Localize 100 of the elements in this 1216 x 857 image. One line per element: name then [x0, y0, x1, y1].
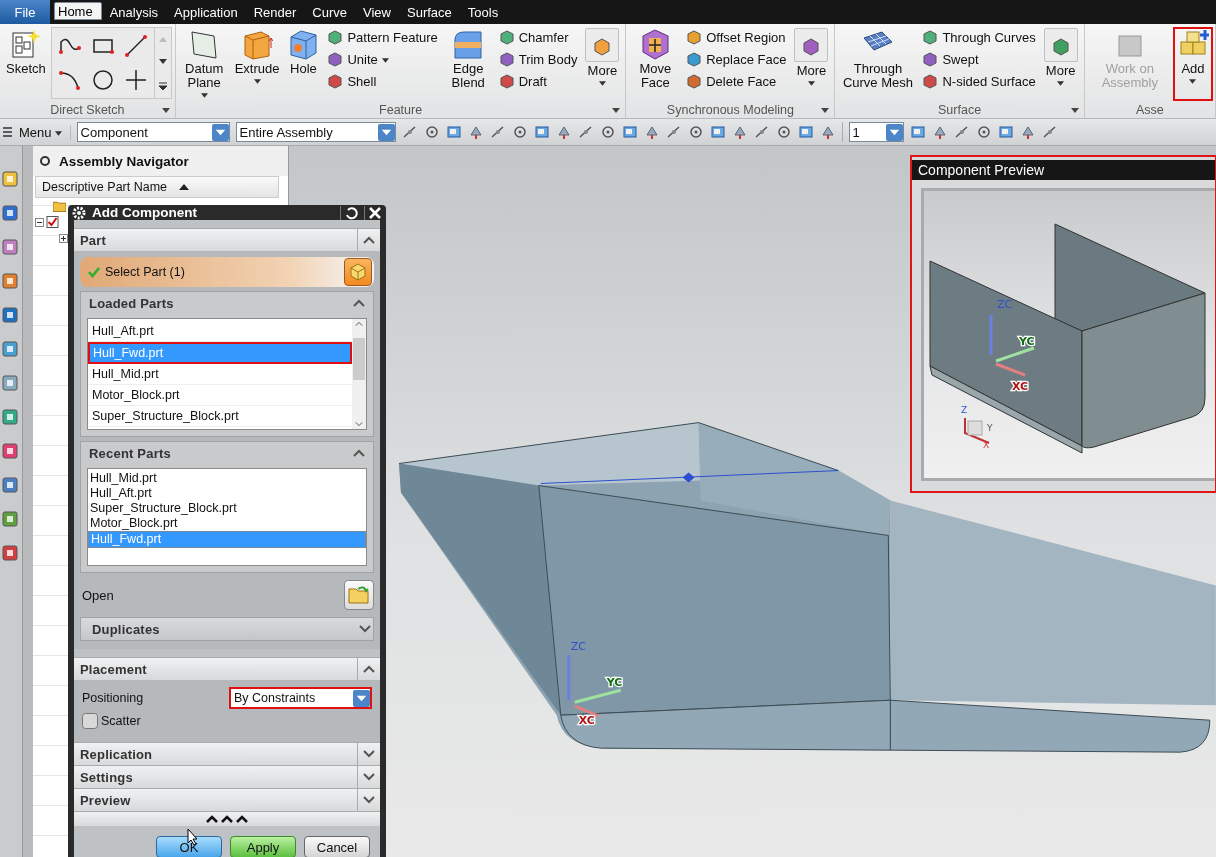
axis-label: YC — [606, 676, 623, 690]
menu-tab[interactable]: Analysis — [101, 0, 167, 24]
folder-icon — [348, 585, 370, 605]
more-options-icon[interactable] — [205, 814, 249, 824]
group-label: Feature — [379, 103, 423, 117]
ribbon-button[interactable]: Chamfer — [498, 28, 578, 46]
positioning-dropdown[interactable]: By Constraints — [229, 687, 372, 709]
selection-filter-dropdown[interactable]: Component — [76, 122, 230, 142]
subsection-header[interactable]: Loaded Parts — [87, 295, 174, 311]
select-part-row[interactable]: Select Part (1) — [80, 257, 374, 287]
section-header[interactable]: Settings — [80, 769, 133, 785]
caret-icon — [381, 58, 389, 63]
axis-label: Y — [987, 423, 993, 433]
pin-icon[interactable] — [39, 155, 51, 167]
subsection-header[interactable]: Recent Parts — [87, 445, 171, 461]
block-icon — [241, 28, 274, 60]
ribbon-button[interactable]: N-sided Surface — [922, 72, 1036, 90]
gallery-expand-icon[interactable] — [157, 80, 168, 91]
section-header[interactable]: Replication — [80, 746, 153, 762]
axis-label: ZC — [570, 640, 586, 654]
expand-icon[interactable] — [363, 773, 375, 781]
subsection-header[interactable]: Duplicates — [90, 621, 160, 637]
menu-tab[interactable]: File — [0, 0, 50, 24]
dialog-title: Add Component — [92, 205, 198, 220]
ribbon-button[interactable]: Through Curves — [922, 28, 1036, 46]
axis-label: Z — [961, 405, 968, 415]
scope-dropdown[interactable]: Entire Assembly — [235, 122, 396, 142]
scroll-down-icon[interactable] — [157, 58, 168, 66]
axis-label: X — [983, 440, 990, 450]
sort-icon — [179, 184, 190, 190]
menu-tab[interactable]: View — [355, 0, 399, 24]
more-button[interactable]: More — [791, 28, 832, 100]
field-label: Open — [82, 587, 114, 603]
group-label: Direct Sketch — [50, 103, 125, 117]
collapse-icon[interactable] — [363, 236, 375, 244]
gear-icon[interactable] — [72, 205, 86, 220]
ribbon-button[interactable]: Pattern Feature — [327, 28, 438, 46]
group-menu-icon[interactable] — [821, 107, 830, 113]
ribbon-button[interactable]: Hole — [284, 28, 323, 100]
menu-tab[interactable]: Tools — [459, 0, 507, 24]
menu-tab[interactable]: Home — [54, 2, 102, 20]
more-button[interactable]: More — [1040, 28, 1081, 100]
group-menu-icon[interactable] — [161, 107, 170, 113]
list-item[interactable]: Super_Structure_Block.prt — [88, 406, 352, 427]
menu-tab[interactable]: Render — [245, 0, 305, 24]
menu-tab[interactable]: Application — [166, 0, 246, 24]
group-menu-icon[interactable] — [612, 107, 621, 113]
scroll-thumb[interactable] — [353, 338, 365, 380]
checkbox[interactable] — [82, 713, 98, 729]
caret-icon — [1189, 79, 1197, 84]
dialog-button[interactable]: OK — [156, 836, 222, 857]
group-menu-icon[interactable] — [1070, 107, 1079, 113]
ribbon-button[interactable]: Extrude — [231, 28, 283, 100]
ribbon-button[interactable]: Delete Face — [686, 72, 787, 90]
axis-label: ZC — [997, 298, 1013, 311]
expand-icon[interactable] — [363, 796, 375, 804]
dialog-button[interactable]: Cancel — [304, 836, 370, 857]
axis-label: XC — [578, 714, 595, 728]
ribbon-button[interactable]: Datum Plane — [178, 28, 230, 100]
ribbon-button[interactable]: Edge Blend — [442, 28, 494, 100]
sketch-icon — [9, 28, 42, 60]
dialog-button[interactable]: Apply — [230, 836, 296, 857]
open-button[interactable] — [344, 580, 374, 610]
menu-button[interactable]: Menu — [2, 124, 71, 140]
ribbon-button[interactable]: Draft — [498, 72, 578, 90]
ribbon-button[interactable]: Add — [1174, 28, 1212, 100]
layer-dropdown[interactable]: 1 — [848, 122, 904, 142]
axis-label: XC — [1012, 380, 1029, 393]
ribbon-button[interactable]: Shell — [327, 72, 438, 90]
section-header[interactable]: Part — [80, 232, 107, 248]
caret-icon — [54, 131, 62, 136]
scrollbar[interactable] — [352, 319, 366, 429]
ribbon-button[interactable]: Swept — [922, 50, 1036, 68]
reset-icon[interactable] — [340, 205, 358, 220]
section-header[interactable]: Preview — [80, 792, 131, 808]
expand-icon[interactable] — [59, 233, 68, 243]
panel-title: Component Preview — [912, 160, 1215, 180]
more-button[interactable]: More — [582, 28, 623, 100]
arc-icon[interactable] — [57, 68, 82, 92]
ribbon-button[interactable]: Replace Face — [686, 50, 787, 68]
collapse-icon[interactable] — [35, 217, 44, 227]
ribbon-button[interactable]: Move Face — [629, 28, 682, 100]
group-label: Asse — [1135, 103, 1164, 117]
list-item[interactable]: Hull_Mid.prt — [88, 364, 352, 385]
menu-tab[interactable]: Curve — [304, 0, 356, 24]
close-icon[interactable] — [364, 205, 382, 220]
ribbon-button[interactable]: Unite — [327, 50, 438, 68]
select-part-button[interactable] — [344, 258, 372, 286]
checkbox[interactable] — [46, 216, 59, 228]
list-item[interactable]: Motor_Block.prt — [88, 385, 352, 406]
ribbon-button[interactable]: Sketch — [3, 28, 49, 100]
collapse-icon[interactable] — [363, 665, 375, 673]
column-header[interactable]: Descriptive Part Name — [35, 176, 279, 198]
ribbon-button[interactable]: Offset Region — [686, 28, 787, 46]
expand-icon[interactable] — [363, 750, 375, 758]
scroll-up-icon[interactable] — [355, 321, 363, 327]
ribbon-button[interactable]: Through Curve Mesh — [838, 28, 918, 100]
section-header[interactable]: Placement — [80, 661, 147, 677]
menu-tab[interactable]: Surface — [399, 0, 460, 24]
ribbon-button[interactable]: Trim Body — [498, 50, 578, 68]
